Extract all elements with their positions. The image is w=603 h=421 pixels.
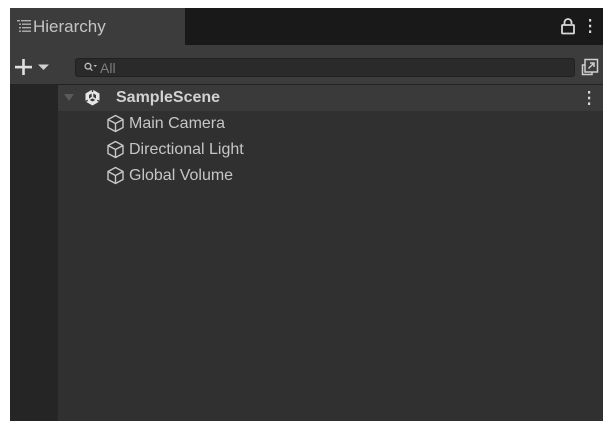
plus-icon — [15, 59, 32, 75]
foldout-arrow-expanded-icon[interactable] — [64, 94, 74, 102]
search-input[interactable] — [100, 59, 560, 76]
search-field[interactable] — [75, 58, 575, 77]
tree-item-label: Global Volume — [129, 167, 234, 184]
tab-bar: Hierarchy — [10, 8, 603, 45]
toolbar — [10, 45, 603, 85]
hierarchy-tree: SampleScene Main Camera Directional Ligh… — [10, 85, 603, 421]
tree-gutter — [10, 85, 58, 421]
unity-scene-icon — [85, 89, 100, 106]
tree-item-directional-light[interactable]: Directional Light — [58, 137, 603, 163]
gameobject-cube-icon — [107, 140, 124, 159]
lock-icon[interactable] — [560, 17, 576, 35]
tab-title: Hierarchy — [33, 17, 106, 36]
hierarchy-list-icon — [17, 20, 31, 32]
tree-item-label: Main Camera — [129, 115, 226, 132]
scene-visibility-icon[interactable] — [581, 58, 599, 76]
tree-item-label: Directional Light — [129, 141, 244, 158]
hierarchy-window: Hierarchy All SampleScene Main Camera Di… — [10, 8, 603, 421]
scene-name: SampleScene — [116, 89, 221, 106]
add-gameobject-button[interactable] — [15, 59, 55, 75]
gameobject-cube-icon — [107, 114, 124, 133]
search-filter-icon[interactable] — [84, 62, 98, 73]
more-options-icon[interactable] — [586, 17, 594, 35]
tree-item-global-volume[interactable]: Global Volume — [58, 163, 603, 189]
tree-item-main-camera[interactable]: Main Camera — [58, 111, 603, 137]
scene-row[interactable]: SampleScene — [58, 85, 603, 111]
tab-hierarchy[interactable]: Hierarchy — [10, 8, 185, 45]
gameobject-cube-icon — [107, 166, 124, 185]
scene-more-options-icon[interactable] — [585, 89, 593, 107]
caret-down-icon — [38, 64, 49, 70]
